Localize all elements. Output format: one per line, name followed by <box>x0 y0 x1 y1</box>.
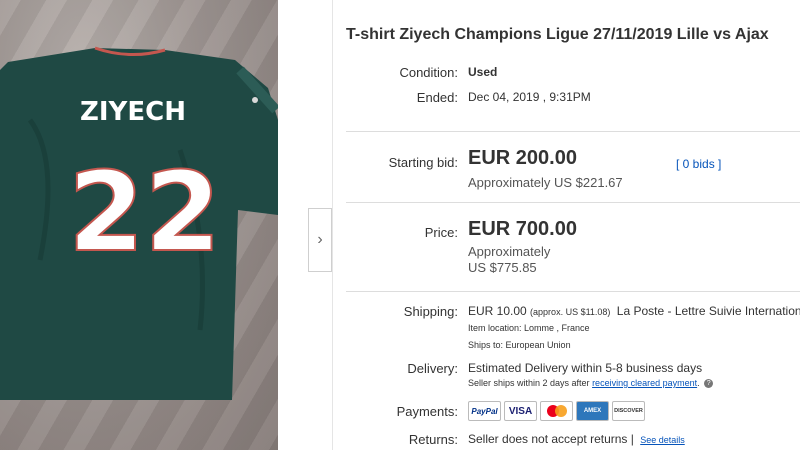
listing-title: T-shirt Ziyech Champions Ligue 27/11/201… <box>346 26 769 43</box>
condition-value: Used <box>468 65 498 79</box>
payments-label: Payments: <box>396 404 458 419</box>
next-image-button[interactable]: › <box>308 208 332 272</box>
price-value: EUR 700.00 <box>468 218 577 240</box>
section-divider <box>346 131 800 132</box>
price-label: Price: <box>424 225 458 240</box>
delivery-label: Delivery: <box>407 361 458 376</box>
see-details-link[interactable]: See details <box>640 435 685 445</box>
ships-to: Ships to: European Union <box>468 340 571 350</box>
delivery-note: Seller ships within 2 days after receivi… <box>468 378 714 389</box>
mastercard-icon <box>540 401 573 421</box>
jersey-name-text: ZIYECH <box>80 97 186 127</box>
item-location: Item location: Lomme , France <box>468 323 590 333</box>
shipping-line: EUR 10.00 (approx. US $11.08) La Poste -… <box>468 304 800 318</box>
shipping-service: La Poste - Lettre Suivie International <box>616 304 800 318</box>
starting-bid-value: EUR 200.00 <box>468 147 577 169</box>
returns-label: Returns: <box>408 432 458 447</box>
discover-icon: DISCOVER <box>612 401 645 421</box>
price-approx-line2: US $775.85 <box>468 260 537 275</box>
delivery-note-suffix: . <box>697 378 700 388</box>
paypal-icon: PayPal <box>468 401 501 421</box>
panel-divider <box>332 0 333 450</box>
delivery-estimate: Estimated Delivery within 5-8 business d… <box>468 361 703 375</box>
shipping-approx: (approx. US $11.08) <box>530 307 611 317</box>
jersey-image: ZIYECH 22 <box>0 46 278 400</box>
shipping-label: Shipping: <box>403 304 458 319</box>
payment-methods: PayPal VISA AMEX DISCOVER <box>468 401 645 421</box>
returns-text: Seller does not accept returns | <box>468 432 634 446</box>
jersey-number-text: 22 <box>68 148 221 276</box>
chevron-right-icon: › <box>317 231 323 248</box>
ended-label: Ended: <box>416 90 458 105</box>
cleared-payment-link[interactable]: receiving cleared payment <box>592 378 697 388</box>
visa-icon: VISA <box>504 401 537 421</box>
help-icon[interactable]: ? <box>704 379 714 389</box>
section-divider <box>346 202 800 203</box>
bid-count-link[interactable]: [ 0 bids ] <box>676 157 721 171</box>
price-approx-line1: Approximately <box>468 244 551 259</box>
shipping-cost: EUR 10.00 <box>468 304 527 318</box>
item-photo[interactable]: ZIYECH 22 <box>0 0 278 450</box>
ended-value: Dec 04, 2019 , 9:31PM <box>468 90 591 104</box>
amex-icon: AMEX <box>576 401 609 421</box>
delivery-note-prefix: Seller ships within 2 days after <box>468 378 593 388</box>
starting-bid-label: Starting bid: <box>388 155 458 170</box>
section-divider <box>346 291 800 292</box>
starting-bid-approx: Approximately US $221.67 <box>468 175 623 190</box>
returns-line: Seller does not accept returns | See det… <box>468 432 685 446</box>
condition-label: Condition: <box>399 65 458 80</box>
